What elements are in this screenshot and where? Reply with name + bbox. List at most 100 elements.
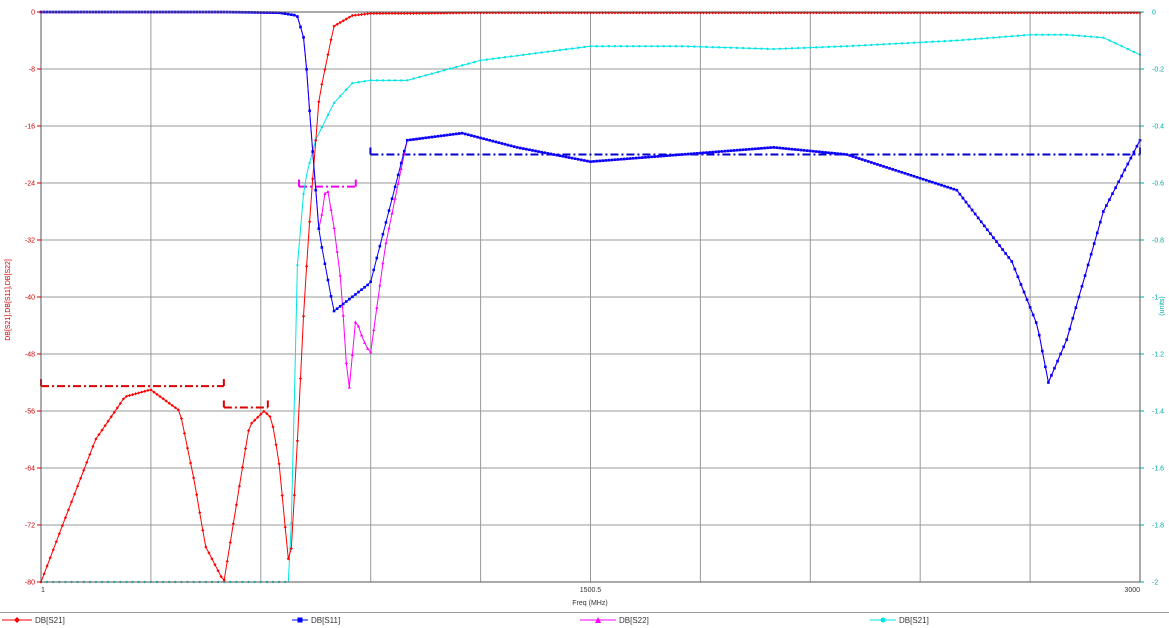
data-point (1044, 365, 1047, 369)
data-point (546, 50, 549, 53)
data-point (754, 147, 757, 151)
y-tick-label: -16 (25, 124, 35, 131)
data-point (937, 40, 940, 43)
data-point (693, 45, 696, 48)
data-point (882, 165, 885, 168)
legend-marker-s11 (292, 617, 308, 623)
data-point (940, 183, 943, 187)
data-point (1068, 327, 1072, 331)
data-point (757, 147, 760, 150)
data-point (1004, 252, 1007, 255)
data-point (659, 154, 663, 158)
data-point (1080, 284, 1084, 288)
data-point (433, 135, 437, 138)
data-point (897, 170, 901, 173)
data-point (980, 37, 983, 40)
data-point (632, 45, 635, 48)
data-point (348, 297, 351, 301)
chart-background (0, 0, 1169, 612)
data-point (1019, 283, 1023, 286)
data-point (448, 67, 452, 70)
data-point (290, 13, 293, 16)
data-point (644, 156, 647, 159)
data-point (616, 158, 620, 161)
data-point (436, 70, 440, 74)
legend-marker-s22 (580, 617, 616, 623)
y-right-tick-label: -1 (1152, 295, 1158, 302)
data-point (570, 47, 574, 50)
data-point (366, 283, 369, 287)
data-point (1083, 35, 1087, 38)
data-point (699, 45, 702, 48)
data-point (576, 157, 580, 161)
data-point (1083, 274, 1087, 277)
data-point (1077, 34, 1081, 37)
data-point (522, 147, 525, 150)
data-point (747, 147, 751, 151)
data-point (976, 216, 980, 220)
data-point (674, 45, 678, 48)
data-point (430, 135, 434, 139)
data-point (1095, 231, 1099, 235)
data-point (589, 45, 592, 48)
data-point (641, 156, 644, 159)
data-point (1135, 144, 1139, 148)
data-point (689, 152, 693, 156)
data-point (479, 59, 482, 62)
data-point (567, 156, 571, 159)
data-point (738, 148, 742, 152)
data-point (302, 192, 305, 196)
data-point (363, 285, 366, 289)
data-point (1004, 35, 1007, 38)
data-point (372, 268, 376, 272)
data-point (381, 79, 385, 82)
data-point (552, 153, 556, 156)
data-point (854, 156, 858, 159)
data-point (424, 136, 427, 140)
data-point (1129, 156, 1133, 160)
data-point (442, 69, 446, 72)
data-point (766, 146, 769, 150)
data-point (326, 113, 330, 117)
data-point (1056, 359, 1059, 363)
data-point (839, 152, 843, 156)
data-point (335, 307, 339, 310)
data-point (949, 39, 952, 43)
data-point (863, 159, 867, 162)
data-point (1105, 204, 1108, 207)
data-point (1022, 34, 1026, 37)
data-point (500, 142, 504, 145)
data-point (595, 45, 598, 48)
data-point (900, 171, 904, 174)
legend-label-s22: DB[S22] (619, 615, 649, 625)
data-point (412, 77, 415, 80)
data-point (909, 174, 913, 177)
y-right-tick-label: -0.8 (1152, 238, 1164, 245)
data-point (354, 293, 357, 296)
data-point (494, 140, 498, 144)
legend-label-s11: DB[S11] (311, 615, 341, 625)
data-point (750, 147, 754, 151)
data-point (906, 41, 910, 45)
data-point (653, 155, 656, 158)
data-point (708, 151, 711, 154)
data-point (1035, 33, 1038, 36)
data-point (647, 155, 650, 159)
data-point (998, 244, 1001, 247)
data-point (384, 221, 388, 224)
data-point (402, 149, 406, 153)
y-right-tick-label: -1.2 (1152, 352, 1164, 359)
data-point (741, 46, 745, 50)
data-point (390, 197, 394, 200)
data-point (1059, 33, 1062, 36)
data-point (668, 154, 672, 157)
data-point (778, 47, 781, 51)
data-point (451, 132, 455, 136)
data-point (891, 168, 895, 171)
x-tick-label: 1500.5 (580, 587, 602, 594)
data-point (592, 160, 595, 163)
data-point (729, 46, 733, 49)
data-point (387, 79, 391, 82)
data-point (351, 82, 354, 85)
data-point (870, 161, 873, 164)
